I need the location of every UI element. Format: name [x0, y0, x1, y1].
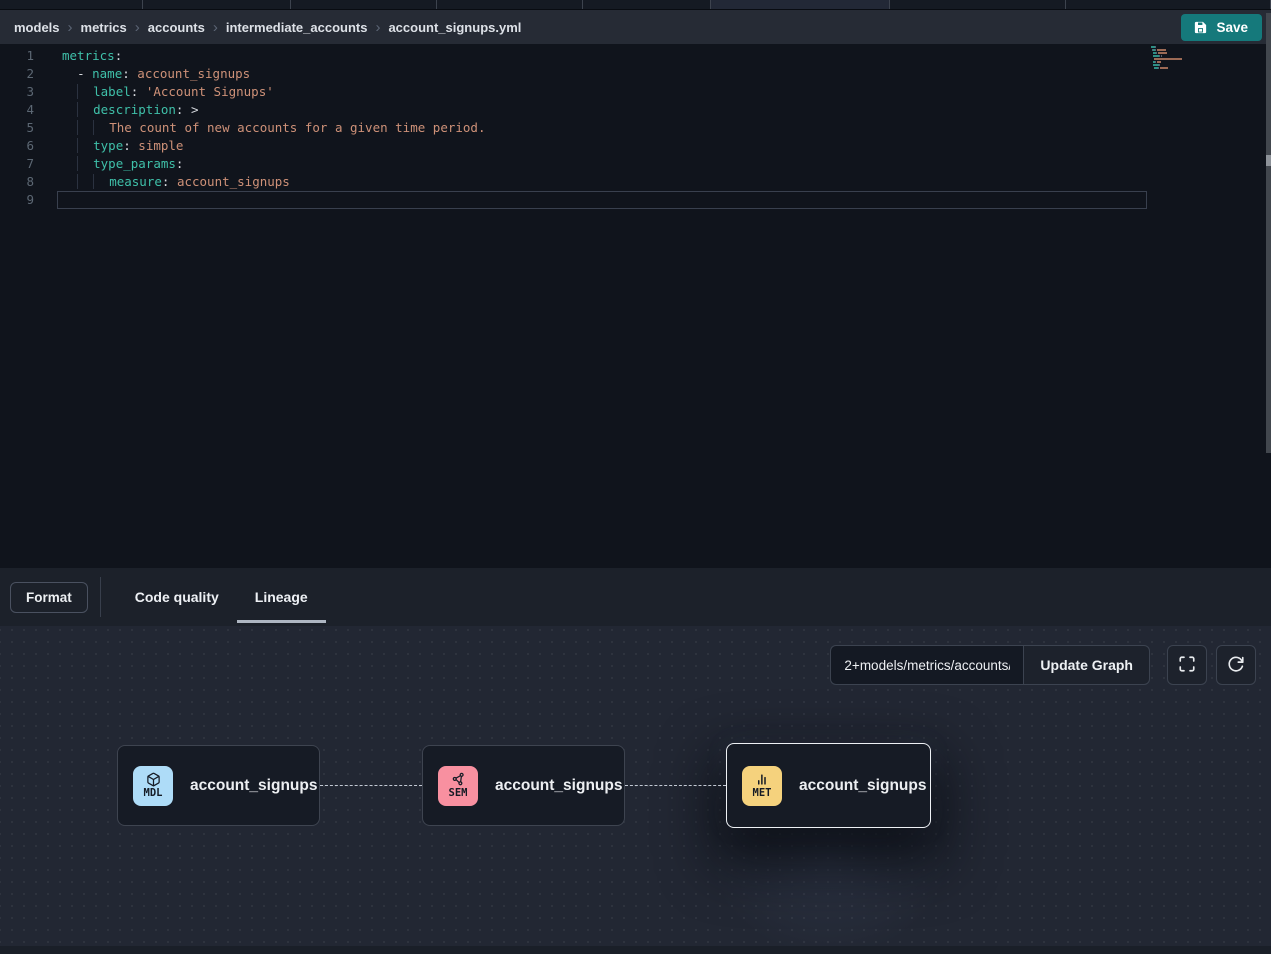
code-line[interactable]: 9 [0, 191, 1271, 209]
lineage-node-met[interactable]: MET account_signups [726, 743, 931, 828]
breadcrumb-separator-icon: › [68, 20, 73, 35]
code-line[interactable]: 5 The count of new accounts for a given … [0, 119, 1271, 137]
code-line[interactable]: 4 description: > [0, 101, 1271, 119]
breadcrumb-separator-icon: › [213, 20, 218, 35]
page-scrollbar[interactable] [1266, 13, 1271, 453]
top-tab[interactable] [711, 0, 890, 9]
metric-chart-icon [755, 772, 770, 788]
lineage-node-sem[interactable]: SEM account_signups [422, 745, 625, 826]
line-number: 4 [0, 101, 34, 119]
line-number: 9 [0, 191, 34, 209]
canvas-bottom-strip [0, 946, 1271, 954]
line-number: 8 [0, 173, 34, 191]
node-label: account_signups [190, 777, 317, 795]
lineage-edge [320, 785, 422, 786]
lineage-selector-input[interactable] [830, 645, 1023, 685]
breadcrumb-separator-icon: › [135, 20, 140, 35]
node-type-label: MDL [144, 788, 163, 799]
code-editor[interactable]: 1metrics:2 - name: account_signups3 labe… [0, 44, 1271, 568]
tab-lineage[interactable]: Lineage [237, 568, 326, 626]
node-label: account_signups [495, 777, 622, 795]
code-line[interactable]: 2 - name: account_signups [0, 65, 1271, 83]
node-type-label: SEM [449, 788, 468, 799]
header-divider [100, 577, 101, 617]
breadcrumb-item[interactable]: account_signups.yml [388, 20, 521, 35]
ide-window: models › metrics › accounts › intermediate_acc… [0, 0, 1271, 954]
save-button[interactable]: Save [1181, 14, 1262, 41]
bottom-panel: Format Code quality Lineage Update Graph [0, 568, 1271, 954]
breadcrumb-separator-icon: › [375, 20, 380, 35]
breadcrumb: models › metrics › accounts › intermediate_acc… [14, 20, 521, 35]
fullscreen-icon [1178, 655, 1196, 676]
semantic-model-icon [451, 772, 466, 788]
scrollbar-thumb[interactable] [1266, 155, 1271, 166]
node-type-badge: SEM [438, 766, 478, 806]
line-number: 1 [0, 47, 34, 65]
line-number: 5 [0, 119, 34, 137]
node-type-badge: MET [742, 766, 782, 806]
save-icon [1193, 20, 1208, 35]
selector-group: Update Graph [830, 645, 1150, 685]
model-cube-icon [146, 772, 161, 788]
breadcrumb-item[interactable]: metrics [81, 20, 127, 35]
top-tab[interactable] [1066, 0, 1271, 9]
save-button-label: Save [1216, 20, 1248, 35]
refresh-graph-button[interactable] [1216, 645, 1256, 685]
fullscreen-button[interactable] [1167, 645, 1207, 685]
top-tab[interactable] [437, 0, 583, 9]
code-line[interactable]: 1metrics: [0, 47, 1271, 65]
node-type-badge: MDL [133, 766, 173, 806]
breadcrumb-item[interactable]: intermediate_accounts [226, 20, 368, 35]
top-tab[interactable] [143, 0, 291, 9]
top-tab[interactable] [890, 0, 1066, 9]
code-line[interactable]: 7 type_params: [0, 155, 1271, 173]
breadcrumb-item[interactable]: models [14, 20, 60, 35]
node-type-label: MET [753, 788, 772, 799]
format-button[interactable]: Format [10, 582, 88, 613]
line-number: 2 [0, 65, 34, 83]
code-line[interactable]: 3 label: 'Account Signups' [0, 83, 1271, 101]
breadcrumb-item[interactable]: accounts [148, 20, 205, 35]
top-tab[interactable] [291, 0, 437, 9]
node-label: account_signups [799, 777, 926, 795]
line-number: 3 [0, 83, 34, 101]
minimap[interactable] [1151, 46, 1215, 73]
update-graph-button[interactable]: Update Graph [1023, 645, 1150, 685]
code-lines: 1metrics:2 - name: account_signups3 labe… [0, 47, 1271, 209]
bottom-panel-header: Format Code quality Lineage [0, 568, 1271, 626]
breadcrumb-bar: models › metrics › accounts › intermediate_acc… [0, 10, 1271, 44]
lineage-node-mdl[interactable]: MDL account_signups [117, 745, 320, 826]
refresh-icon [1227, 655, 1245, 676]
top-tab-strip [0, 0, 1271, 10]
lineage-canvas[interactable]: Update Graph [0, 626, 1271, 954]
top-tab[interactable] [0, 0, 143, 9]
top-tab[interactable] [583, 0, 711, 9]
tab-code-quality[interactable]: Code quality [117, 568, 237, 626]
code-line[interactable]: 6 type: simple [0, 137, 1271, 155]
line-number: 6 [0, 137, 34, 155]
lineage-edge [625, 785, 726, 786]
graph-controls: Update Graph [830, 645, 1256, 685]
code-line[interactable]: 8 measure: account_signups [0, 173, 1271, 191]
line-number: 7 [0, 155, 34, 173]
